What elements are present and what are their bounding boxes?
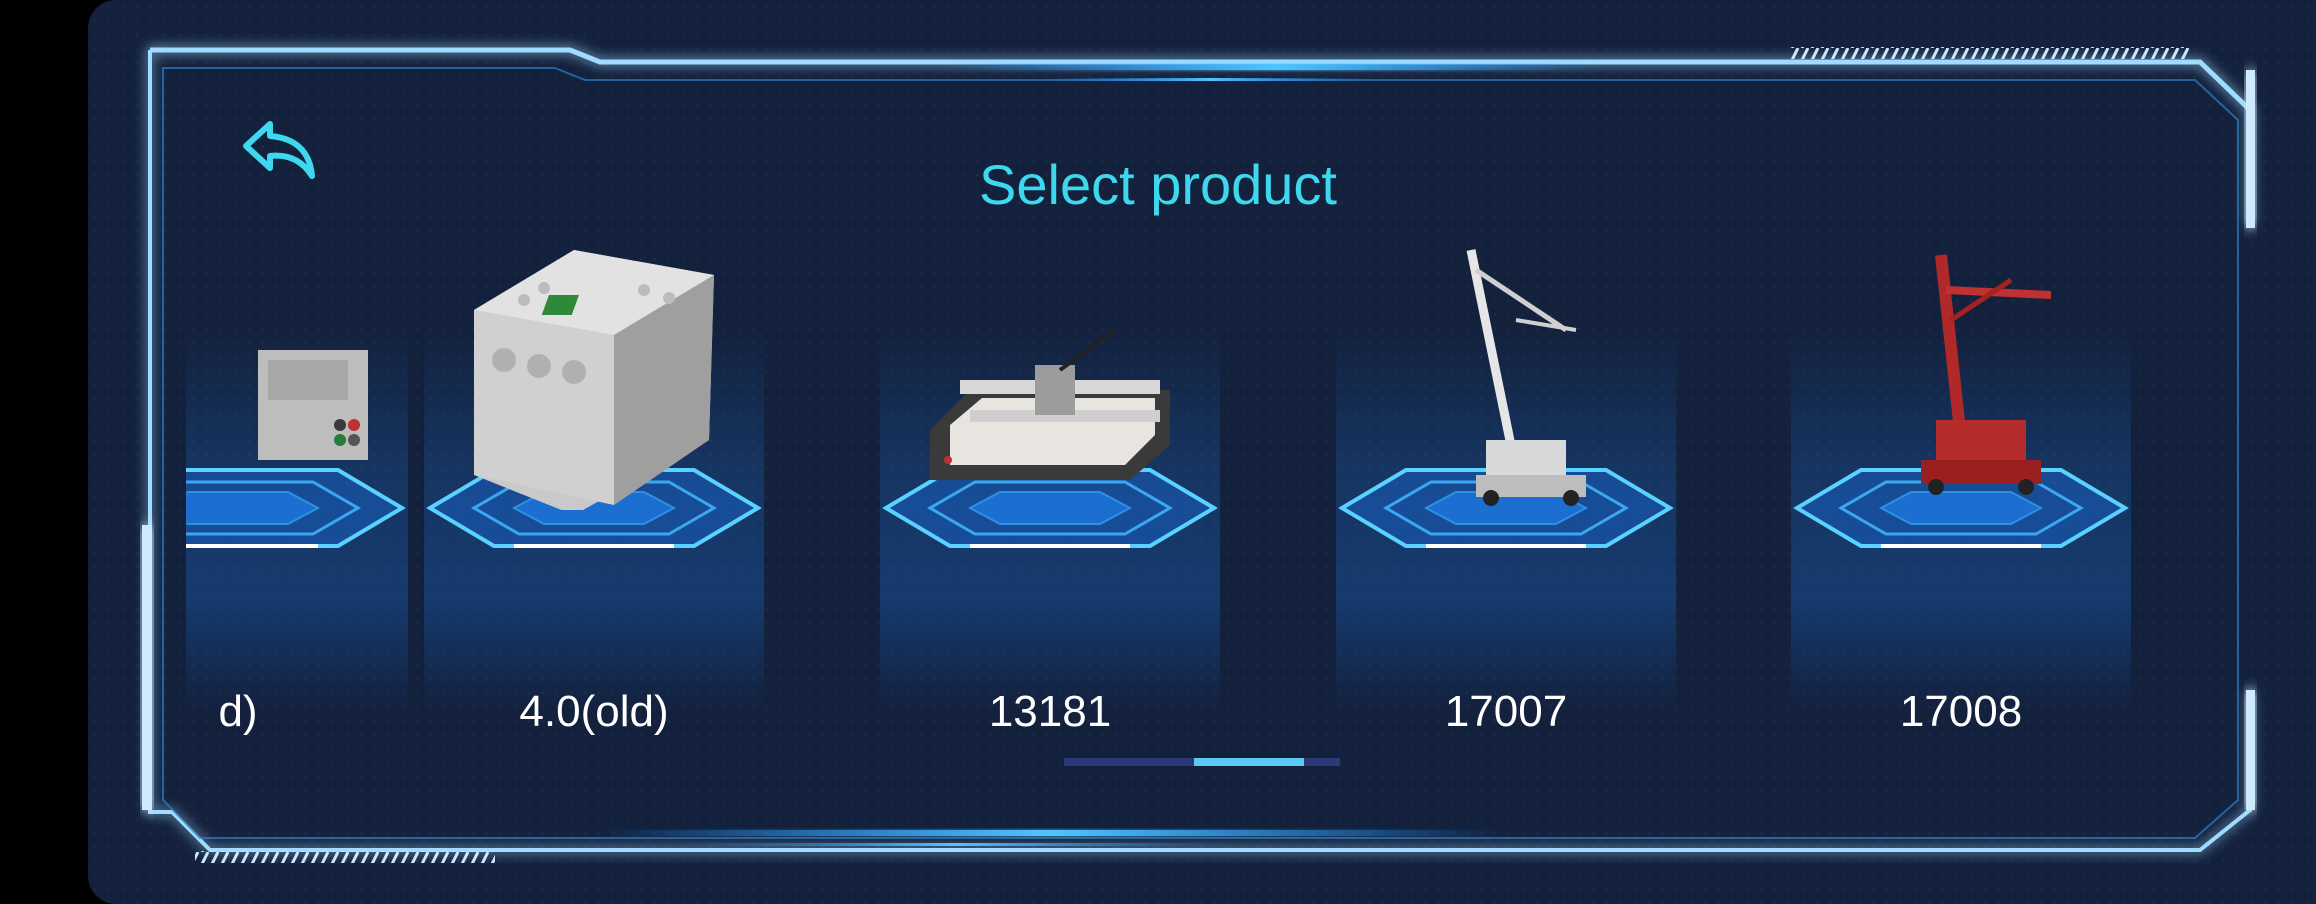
product-item[interactable]: 13181 [880,200,1220,760]
product-image-crane-white [1466,249,1586,506]
product-carousel[interactable]: d) 4.0(old) 13181 17007 17008 [186,200,2146,760]
product-label: 17008 [1899,687,2023,736]
product-label: 4.0(old) [519,687,669,736]
carousel-scrollbar-thumb[interactable] [1194,758,1304,766]
product-image-plotter [930,328,1170,480]
product-label: 17007 [1444,687,1568,736]
product-label: 13181 [988,687,1112,736]
carousel-scrollbar[interactable] [1064,758,1340,766]
product-item[interactable]: d) [186,200,408,760]
product-label: d) [218,687,258,736]
product-item[interactable]: 4.0(old) [424,200,764,760]
product-item[interactable]: 17008 [1791,200,2131,760]
product-image-hub-partial [258,350,368,460]
product-item[interactable]: 17007 [1336,200,1676,760]
product-image-hub [474,250,714,510]
product-image-crane-red [1921,254,2052,495]
